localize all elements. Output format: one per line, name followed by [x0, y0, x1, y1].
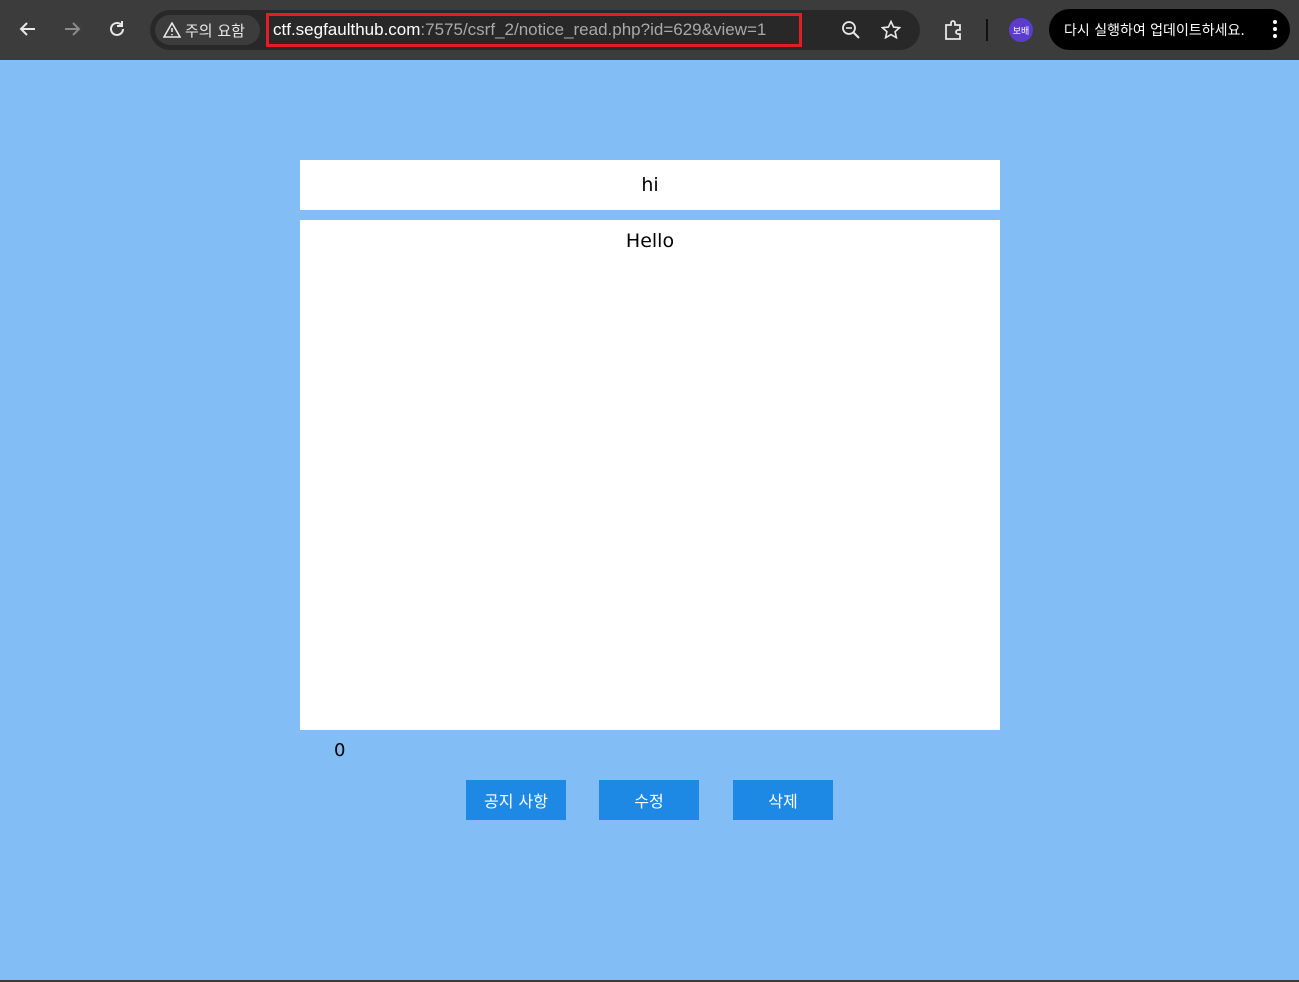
update-button[interactable]: 다시 실행하여 업데이트하세요.	[1049, 9, 1290, 50]
bookmark-button[interactable]	[879, 18, 903, 42]
edit-button[interactable]: 수정	[599, 780, 699, 820]
puzzle-icon	[945, 20, 961, 40]
toolbar-divider	[986, 19, 988, 41]
profile-label: 보배	[1012, 26, 1030, 37]
url-host: ctf.segfaulthub.com	[273, 20, 421, 39]
zoom-button[interactable]	[839, 18, 863, 42]
extensions-button[interactable]	[941, 17, 967, 43]
back-arrow-icon	[19, 22, 35, 36]
menu-dots-icon[interactable]	[1272, 19, 1278, 39]
forward-button[interactable]	[55, 12, 89, 46]
star-icon	[881, 20, 901, 40]
back-button[interactable]	[11, 12, 45, 46]
zoom-icon	[842, 21, 860, 39]
warning-icon	[163, 22, 181, 38]
browser-toolbar: 주의 요함 ctf.segfaulthub.com:7575/csrf_2/no…	[0, 0, 1299, 60]
reload-icon	[110, 21, 124, 36]
url-field[interactable]: ctf.segfaulthub.com:7575/csrf_2/notice_r…	[266, 13, 802, 47]
security-indicator[interactable]: 주의 요함	[155, 15, 260, 45]
url-path: :7575/csrf_2/notice_read.php?id=629&view…	[420, 20, 767, 39]
forward-arrow-icon	[65, 22, 81, 36]
notice-list-button[interactable]: 공지 사항	[466, 780, 566, 820]
reload-button[interactable]	[100, 12, 134, 46]
notice-content: Hello	[300, 220, 1000, 730]
update-label: 다시 실행하여 업데이트하세요.	[1064, 22, 1245, 39]
notice-content-text: Hello	[625, 230, 675, 252]
address-bar[interactable]: 주의 요함 ctf.segfaulthub.com:7575/csrf_2/no…	[150, 10, 920, 50]
delete-button[interactable]: 삭제	[733, 780, 833, 820]
profile-avatar[interactable]: 보배	[1009, 18, 1033, 42]
security-label: 주의 요함	[185, 21, 245, 40]
notice-title-text: hi	[641, 174, 659, 196]
view-count: 0	[334, 740, 346, 761]
notice-title: hi	[300, 160, 1000, 210]
